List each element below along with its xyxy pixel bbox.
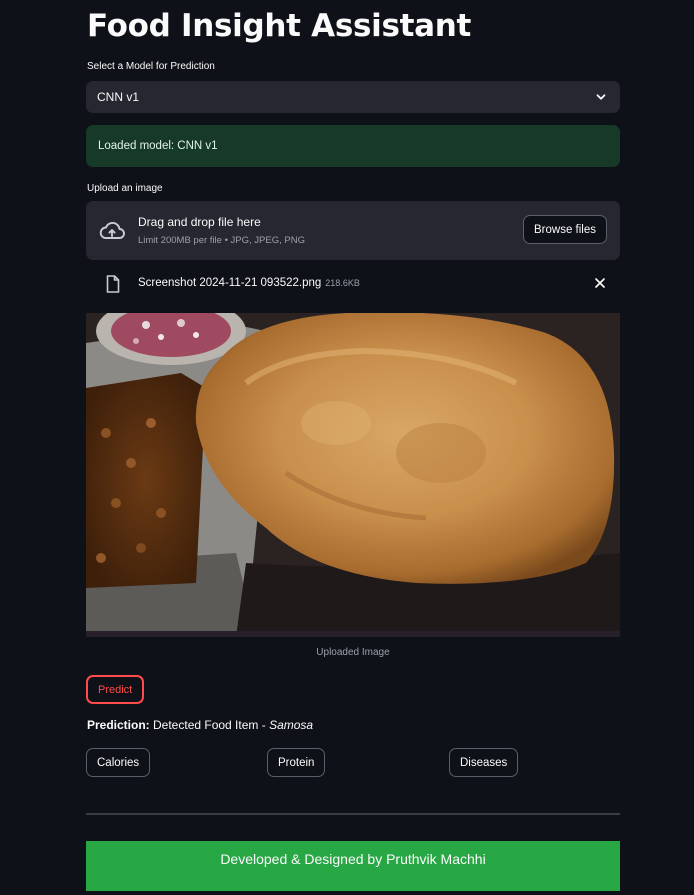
file-dropzone[interactable]: Drag and drop file here Limit 200MB per … [86,201,620,260]
cloud-upload-icon [99,221,125,239]
footer-banner: Developed & Designed by Pruthvik Machhi [86,841,620,891]
model-select-label: Select a Model for Prediction [87,61,215,72]
dropzone-limit: Limit 200MB per file • JPG, JPEG, PNG [138,235,305,246]
dropzone-instruction: Drag and drop file here [138,215,261,229]
diseases-button[interactable]: Diseases [449,748,519,777]
model-select[interactable]: CNN v1 [86,81,620,113]
file-name-text: Screenshot 2024-11-21 093522.png [138,277,322,289]
upload-label: Upload an image [87,183,163,194]
divider [86,813,620,815]
calories-button[interactable]: Calories [86,748,151,777]
uploaded-file-row: Screenshot 2024-11-21 093522.png 218.6KB [86,268,620,300]
page-title: Food Insight Assistant [87,8,472,44]
image-caption: Uploaded Image [316,647,390,658]
browse-files-button[interactable]: Browse files [523,215,607,244]
predict-button[interactable]: Predict [86,675,145,704]
file-size: 218.6KB [325,278,360,288]
alert-message: Loaded model: CNN v1 [98,140,218,152]
model-select-value: CNN v1 [97,90,140,104]
prediction-item: Samosa [269,718,314,732]
protein-button[interactable]: Protein [267,748,326,777]
uploaded-image [86,313,620,637]
food-photo [86,313,620,637]
file-name: Screenshot 2024-11-21 093522.png 218.6KB [138,277,360,289]
chevron-down-icon [596,94,606,100]
close-icon[interactable] [594,277,606,289]
file-icon [106,275,120,293]
app-page: Food Insight Assistant Select a Model fo… [0,0,694,895]
footer-text: Developed & Designed by Pruthvik Machhi [220,851,486,867]
model-loaded-alert: Loaded model: CNN v1 [86,125,620,167]
prediction-result: Prediction: Detected Food Item - Samosa [87,718,313,732]
prediction-text: Detected Food Item - [149,718,270,732]
prediction-label: Prediction: [87,718,150,732]
